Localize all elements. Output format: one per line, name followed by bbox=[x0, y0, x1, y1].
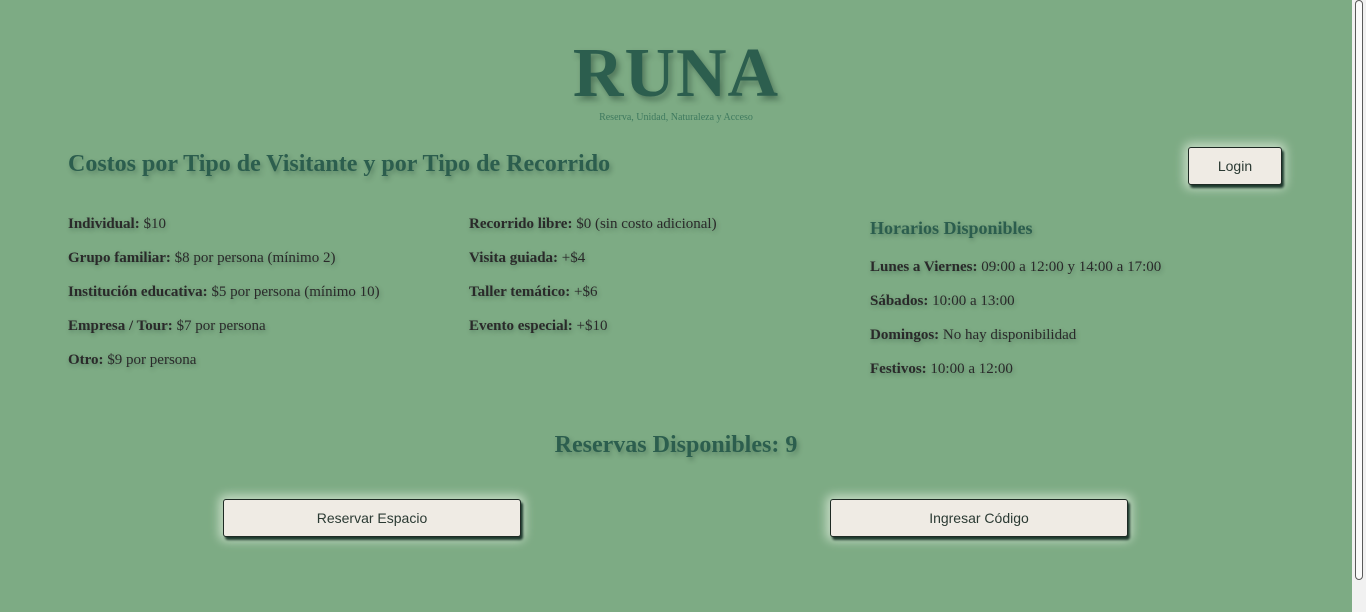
available-reservations: Reservas Disponibles: 9 bbox=[554, 432, 798, 458]
list-item: Lunes a Viernes: 09:00 a 12:00 y 14:00 a… bbox=[870, 259, 1161, 293]
brand-title: RUNA bbox=[572, 35, 780, 112]
schedule-value: 09:00 a 12:00 y 14:00 a 17:00 bbox=[977, 259, 1162, 275]
schedule-value: 10:00 a 13:00 bbox=[928, 293, 1015, 309]
cost-value: +$4 bbox=[558, 250, 586, 266]
cost-value: $8 por persona (mínimo 2) bbox=[170, 250, 336, 266]
list-item: Domingos: No hay disponibilidad bbox=[870, 327, 1161, 361]
cost-label: Institución educativa: bbox=[68, 284, 208, 300]
list-item: Institución educativa: $5 por persona (m… bbox=[68, 284, 380, 318]
cost-value: $7 por persona bbox=[172, 318, 266, 334]
visitor-costs-list: Individual: $10 Grupo familiar: $8 por p… bbox=[68, 216, 380, 386]
page-scrollbar[interactable] bbox=[1352, 0, 1366, 612]
list-item: Recorrido libre: $0 (sin costo adicional… bbox=[469, 216, 717, 250]
tour-costs-list: Recorrido libre: $0 (sin costo adicional… bbox=[469, 216, 717, 352]
scrollbar-thumb[interactable] bbox=[1355, 0, 1363, 580]
list-item: Individual: $10 bbox=[68, 216, 380, 250]
cost-label: Empresa / Tour: bbox=[68, 318, 173, 334]
cost-value: $0 (sin costo adicional) bbox=[572, 216, 717, 232]
cost-label: Taller temático: bbox=[469, 284, 571, 300]
schedule-label: Festivos: bbox=[870, 361, 927, 377]
cost-label: Individual: bbox=[68, 216, 140, 232]
list-item: Festivos: 10:00 a 12:00 bbox=[870, 361, 1161, 395]
cost-value: $10 bbox=[139, 216, 166, 232]
cost-label: Recorrido libre: bbox=[469, 216, 573, 232]
cost-label: Evento especial: bbox=[469, 318, 573, 334]
list-item: Grupo familiar: $8 por persona (mínimo 2… bbox=[68, 250, 380, 284]
cost-label: Otro: bbox=[68, 352, 104, 368]
schedule-value: 10:00 a 12:00 bbox=[926, 361, 1013, 377]
list-item: Visita guiada: +$4 bbox=[469, 250, 717, 284]
schedule-value: No hay disponibilidad bbox=[939, 327, 1077, 343]
schedule-title: Horarios Disponibles bbox=[870, 218, 1033, 238]
reserve-space-button[interactable]: Reservar Espacio bbox=[223, 499, 521, 537]
schedule-label: Lunes a Viernes: bbox=[870, 259, 978, 275]
schedule-panel: Horarios Disponibles Lunes a Viernes: 09… bbox=[870, 217, 1161, 395]
schedule-label: Domingos: bbox=[870, 327, 940, 343]
brand-header: RUNA Reserva, Unidad, Naturaleza y Acces… bbox=[0, 34, 1352, 123]
list-item: Otro: $9 por persona bbox=[68, 352, 380, 386]
login-button[interactable]: Login bbox=[1188, 147, 1282, 185]
brand-tagline: Reserva, Unidad, Naturaleza y Acceso bbox=[599, 112, 753, 123]
cost-value: $9 por persona bbox=[103, 352, 197, 368]
cost-label: Grupo familiar: bbox=[68, 250, 171, 266]
list-item: Taller temático: +$6 bbox=[469, 284, 717, 318]
list-item: Empresa / Tour: $7 por persona bbox=[68, 318, 380, 352]
enter-code-button[interactable]: Ingresar Código bbox=[830, 499, 1128, 537]
list-item: Evento especial: +$10 bbox=[469, 318, 717, 352]
cost-value: +$10 bbox=[572, 318, 608, 334]
cost-value: $5 por persona (mínimo 10) bbox=[207, 284, 380, 300]
list-item: Sábados: 10:00 a 13:00 bbox=[870, 293, 1161, 327]
costs-title: Costos por Tipo de Visitante y por Tipo … bbox=[68, 151, 611, 177]
cost-label: Visita guiada: bbox=[469, 250, 559, 266]
cost-value: +$6 bbox=[570, 284, 598, 300]
schedule-label: Sábados: bbox=[870, 293, 929, 309]
